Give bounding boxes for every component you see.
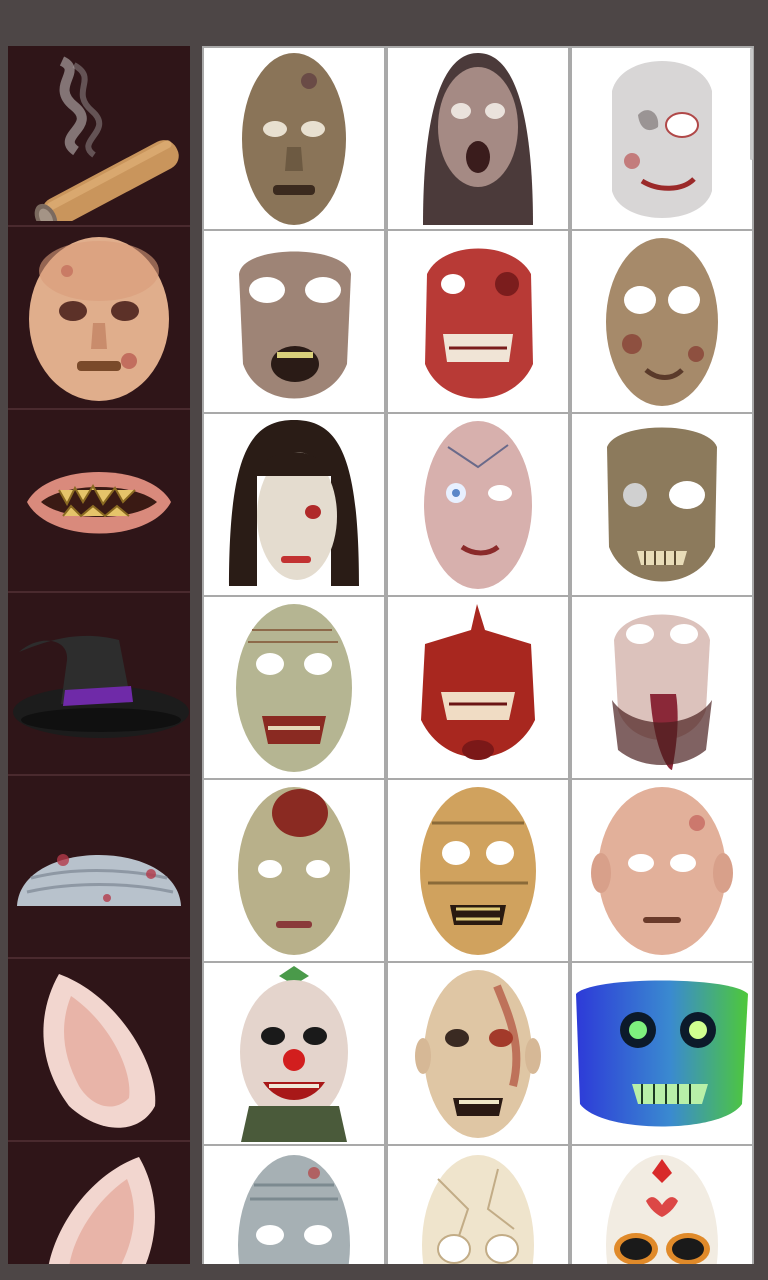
mask-option-zombie-mask-red-veins[interactable] bbox=[388, 963, 568, 1144]
accessory-sidebar bbox=[8, 46, 190, 1264]
elf-ear-icon bbox=[48, 1156, 155, 1264]
mask-option-zombie-mask-pale[interactable] bbox=[572, 48, 752, 229]
zombie-mask-icon bbox=[242, 52, 346, 225]
mask-option-zombie-mask-tongue[interactable] bbox=[572, 597, 752, 778]
sidebar-item-zombie-face[interactable] bbox=[8, 229, 190, 410]
mask-option-zombie-mask-bruised[interactable] bbox=[204, 597, 384, 778]
mask-option-zombie-mask-jaw[interactable] bbox=[388, 597, 568, 778]
mask-option-zombie-mask-scarred[interactable] bbox=[572, 780, 752, 961]
zombie-mask-icon bbox=[420, 786, 536, 955]
sidebar-item-bald-cap[interactable] bbox=[8, 778, 190, 959]
mask-option-zombie-mask-bloody-skull[interactable] bbox=[388, 231, 568, 412]
zombie-mask-icon bbox=[421, 603, 535, 760]
mask-option-zombie-mask-hooded[interactable] bbox=[388, 48, 568, 229]
mask-option-zombie-mask-skull-grin[interactable] bbox=[572, 414, 752, 595]
zombie-mask-icon bbox=[239, 251, 351, 398]
mask-option-ghost-mask-neon[interactable] bbox=[572, 963, 752, 1144]
clown-mask-icon bbox=[240, 965, 348, 1142]
zombie-mask-icon bbox=[607, 427, 717, 581]
mask-option-zombie-mask-blue-eye[interactable] bbox=[388, 414, 568, 595]
sidebar-item-elf-ear-2[interactable] bbox=[8, 1144, 190, 1264]
zombie-mask-icon bbox=[229, 419, 359, 586]
zombie-mask-icon bbox=[612, 614, 712, 770]
zombie-mask-icon bbox=[236, 603, 352, 772]
witch-hat-icon bbox=[13, 635, 189, 738]
mask-option-clown-mask[interactable] bbox=[204, 963, 384, 1144]
sidebar-item-cigar[interactable] bbox=[8, 46, 190, 227]
zombie-mask-icon bbox=[606, 237, 718, 406]
monster-mouth-icon bbox=[27, 471, 171, 533]
mask-option-zombie-mask-long-hair[interactable] bbox=[204, 414, 384, 595]
zombie-mask-icon bbox=[612, 60, 712, 218]
mask-option-zombie-mask-mummy[interactable] bbox=[388, 780, 568, 961]
zombie-mask-icon bbox=[415, 969, 541, 1138]
scrollbar-thumb[interactable] bbox=[750, 48, 753, 160]
sidebar-item-witch-hat[interactable] bbox=[8, 595, 190, 776]
ghost-mask-icon bbox=[576, 980, 748, 1126]
sidebar-item-monster-mouth[interactable] bbox=[8, 412, 190, 593]
mask-option-zombie-mask-brown[interactable] bbox=[204, 231, 384, 412]
mask-option-zombie-mask-head-wound[interactable] bbox=[204, 780, 384, 961]
zombie-mask-icon bbox=[591, 786, 733, 955]
sidebar-item-elf-ear[interactable] bbox=[8, 961, 190, 1142]
mask-option-zombie-mask-1[interactable] bbox=[204, 48, 384, 229]
zombie-mask-icon bbox=[238, 786, 350, 955]
zombie-face-mask-icon bbox=[29, 236, 169, 401]
zombie-mask-icon bbox=[425, 248, 533, 398]
skull-mask-icon bbox=[422, 1154, 534, 1264]
bald-cap-icon bbox=[17, 853, 181, 906]
zombie-mask-icon bbox=[423, 52, 533, 225]
mask-option-zombie-mask-grey[interactable] bbox=[204, 1146, 384, 1264]
zombie-mask-icon bbox=[238, 1154, 350, 1264]
mask-grid bbox=[202, 46, 754, 1264]
bottom-bar bbox=[0, 1264, 768, 1280]
elf-ear-icon bbox=[43, 973, 156, 1128]
sugar-skull-mask-icon bbox=[606, 1154, 718, 1264]
cigar-icon bbox=[34, 55, 179, 221]
zombie-mask-icon bbox=[424, 420, 532, 589]
mask-option-skull-mask-bone[interactable] bbox=[388, 1146, 568, 1264]
mask-option-zombie-mask-rotted[interactable] bbox=[572, 231, 752, 412]
mask-option-sugar-skull-mask[interactable] bbox=[572, 1146, 752, 1264]
